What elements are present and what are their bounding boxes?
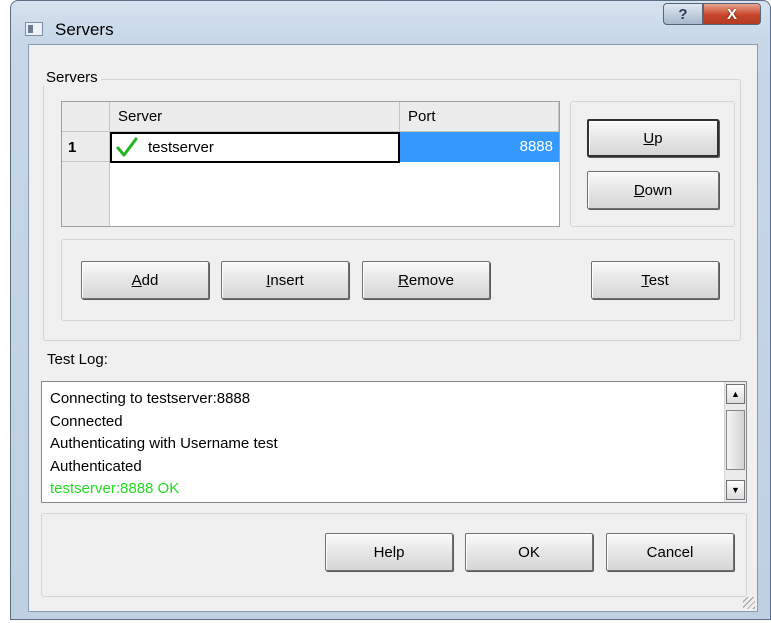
- server-name: testserver: [148, 139, 214, 156]
- help-button[interactable]: Help: [325, 533, 453, 571]
- log-line-success: testserver:8888 OK: [50, 480, 180, 497]
- test-log-box[interactable]: Connecting to testserver:8888 Connected …: [41, 381, 747, 503]
- up-button[interactable]: Up: [587, 119, 719, 157]
- cancel-button[interactable]: Cancel: [606, 533, 734, 571]
- scroll-down-button[interactable]: ▼: [726, 480, 745, 500]
- resize-grip[interactable]: [743, 597, 755, 609]
- grid-corner-header: [62, 102, 110, 132]
- row-number[interactable]: 1: [62, 132, 110, 162]
- title-bar[interactable]: Servers ? X: [11, 1, 770, 39]
- log-line: Authenticating with Username test: [50, 435, 278, 452]
- server-cell[interactable]: testserver: [110, 132, 400, 163]
- window-icon: [25, 22, 43, 36]
- scroll-thumb[interactable]: [726, 410, 745, 470]
- arrow-down-icon: ▼: [731, 485, 740, 495]
- test-log-lines: Connecting to testserver:8888 Connected …: [50, 388, 718, 501]
- arrow-up-icon: ▲: [731, 389, 740, 399]
- down-button[interactable]: Down: [587, 171, 719, 209]
- log-line: Connecting to testserver:8888: [50, 390, 251, 407]
- servers-grid[interactable]: Server Port 1 testserver 8888: [61, 101, 560, 227]
- column-header-port[interactable]: Port: [400, 102, 559, 132]
- remove-button[interactable]: Remove: [362, 261, 490, 299]
- add-button[interactable]: Add: [81, 261, 209, 299]
- log-line: Connected: [50, 412, 123, 430]
- log-scrollbar[interactable]: ▲ ▼: [724, 382, 746, 502]
- ok-button[interactable]: OK: [465, 533, 593, 571]
- test-button[interactable]: Test: [591, 261, 719, 299]
- test-log-label: Test Log:: [47, 351, 108, 368]
- servers-group-label: Servers: [43, 69, 101, 86]
- close-button[interactable]: X: [703, 3, 761, 25]
- insert-button[interactable]: Insert: [221, 261, 349, 299]
- log-line: Authenticated: [50, 457, 142, 475]
- window-title: Servers: [55, 20, 114, 39]
- scroll-up-button[interactable]: ▲: [726, 384, 745, 404]
- dialog-client-area: Servers Server Port 1 testserver 8888 Up…: [28, 44, 758, 612]
- column-header-server[interactable]: Server: [110, 102, 400, 132]
- port-cell[interactable]: 8888: [400, 132, 559, 162]
- close-icon: X: [726, 5, 737, 23]
- help-caption-button[interactable]: ?: [663, 3, 703, 25]
- check-icon: [116, 137, 138, 157]
- question-mark-icon: ?: [678, 5, 688, 23]
